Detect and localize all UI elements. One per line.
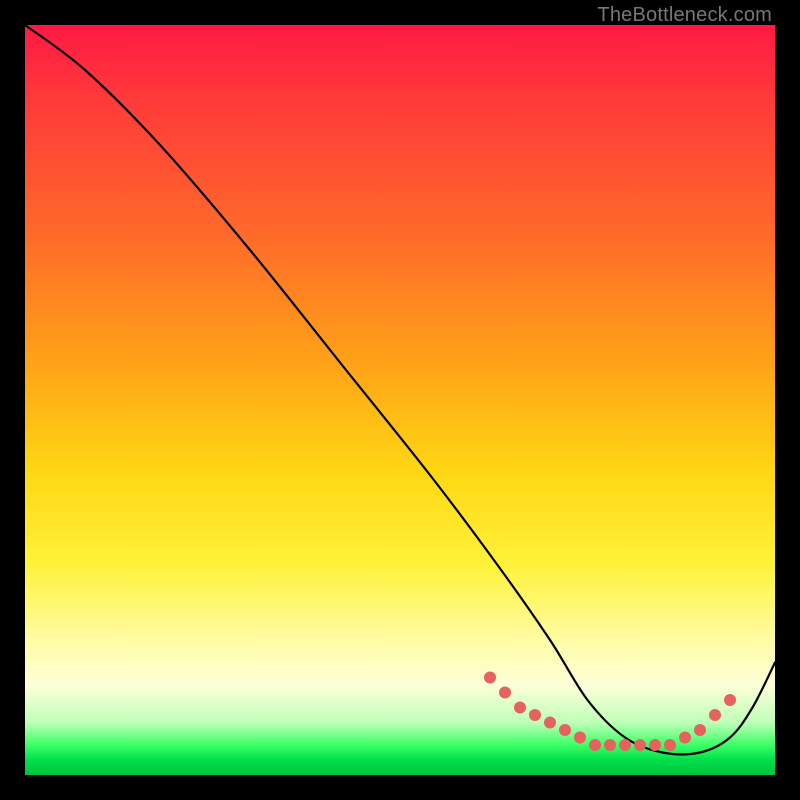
chart-stage: TheBottleneck.com [0, 0, 800, 800]
attribution-label: TheBottleneck.com [597, 4, 772, 27]
marker-dot [724, 694, 736, 706]
marker-dot [484, 672, 496, 684]
curve-layer [25, 25, 775, 775]
marker-dot [529, 709, 541, 721]
marker-dot [589, 739, 601, 751]
bottleneck-curve [25, 25, 775, 754]
marker-dot [649, 739, 661, 751]
marker-dot [544, 717, 556, 729]
marker-dot [619, 739, 631, 751]
marker-dot [664, 739, 676, 751]
marker-dot [679, 732, 691, 744]
marker-layer [484, 672, 736, 752]
marker-dot [709, 709, 721, 721]
marker-dot [634, 739, 646, 751]
marker-dot [604, 739, 616, 751]
marker-dot [514, 702, 526, 714]
marker-dot [559, 724, 571, 736]
plot-area [25, 25, 775, 775]
marker-dot [499, 687, 511, 699]
marker-dot [694, 724, 706, 736]
marker-dot [574, 732, 586, 744]
